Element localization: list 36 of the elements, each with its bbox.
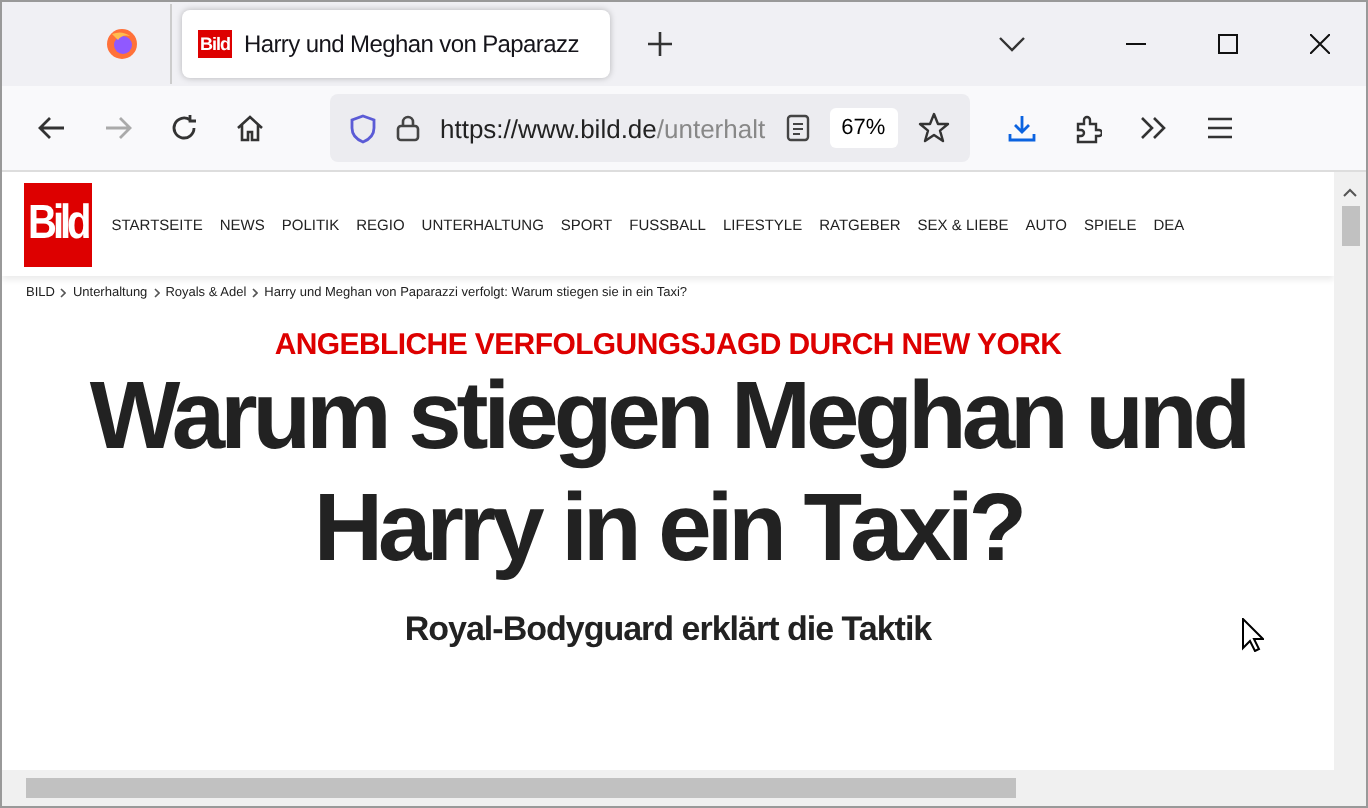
article-subheadline: Royal-Bodyguard erklärt die Taktik <box>404 610 932 650</box>
zoom-level[interactable]: 67% <box>829 108 898 148</box>
article-kicker: ANGEBLICHE VERFOLGUNGSJAGD DURCH NEW YORK <box>274 328 1062 362</box>
browser-tab[interactable]: Bild Harry und Meghan von Paparazz <box>182 10 610 78</box>
new-tab-icon[interactable] <box>646 30 674 58</box>
horizontal-scrollbar[interactable] <box>2 770 1366 806</box>
article-headline: Harry in ein Taxi? <box>313 474 1023 586</box>
download-icon[interactable] <box>1008 114 1036 142</box>
scrollbar-thumb[interactable] <box>1341 206 1359 246</box>
chevron-right-icon <box>252 288 259 298</box>
menu-icon[interactable] <box>1206 116 1234 140</box>
back-icon[interactable] <box>38 116 66 140</box>
mouse-pointer-icon <box>1242 618 1264 652</box>
scrollbar-thumb[interactable] <box>26 778 1016 798</box>
browser-logo-icon <box>106 28 138 60</box>
article-headline: Warum stiegen Meghan und <box>89 362 1247 474</box>
more-tools-icon[interactable] <box>1140 116 1168 140</box>
reload-icon[interactable] <box>170 114 198 142</box>
star-icon[interactable] <box>917 112 950 144</box>
close-icon[interactable] <box>1310 34 1330 54</box>
scroll-up-icon[interactable] <box>1342 188 1358 198</box>
tab-title: Harry und Meghan von Paparazz <box>244 30 579 58</box>
chevron-right-icon <box>153 288 160 298</box>
address-bar[interactable]: https://www.bild.de/unterhalt 67% <box>330 94 970 162</box>
lock-icon <box>396 114 420 142</box>
site-logo[interactable]: Bild <box>24 182 92 266</box>
chevron-down-icon[interactable] <box>998 36 1026 52</box>
home-icon[interactable] <box>236 114 264 142</box>
maximize-icon[interactable] <box>1218 34 1238 54</box>
reader-view-icon[interactable] <box>785 114 810 142</box>
url-text: https://www.bild.de/unterhalt <box>440 113 766 143</box>
shield-icon[interactable] <box>350 113 376 143</box>
puzzle-icon[interactable] <box>1074 113 1102 143</box>
vertical-scrollbar[interactable] <box>1334 172 1366 770</box>
site-favicon: Bild <box>198 30 232 58</box>
chevron-right-icon <box>60 288 67 298</box>
